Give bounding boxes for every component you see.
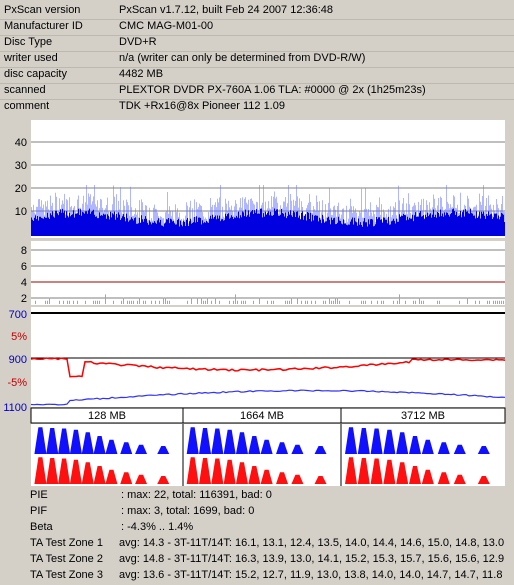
info-key: disc capacity (4, 68, 67, 80)
stat-value: avg: 13.6 - 3T-11T/14T: 15.2, 12.7, 11.9… (119, 569, 503, 581)
stat-value: avg: 14.3 - 3T-11T/14T: 16.1, 13.1, 12.4… (119, 537, 505, 549)
pie-y-ticks: 40 30 20 10 (15, 137, 27, 218)
beta-tick-label: 5% (11, 331, 27, 343)
pie-tick-label: 30 (15, 160, 27, 172)
stat-row: TA Test Zone 3 avg: 13.6 - 3T-11T/14T: 1… (0, 568, 514, 584)
stat-key: PIF (30, 505, 48, 517)
stat-key: Beta (30, 521, 53, 533)
scan-stats: PIE : max: 22, total: 116391, bad: 0 PIF… (0, 488, 514, 585)
info-row: disc capacity 4482 MB (0, 67, 514, 83)
stat-row: TA Test Zone 2 avg: 14.8 - 3T-11T/14T: 1… (0, 552, 514, 568)
disc-info-panel: PxScan version PxScan v1.7.12, built Feb… (0, 0, 514, 112)
info-row: scanned PLEXTOR DVDR PX-760A 1.06 TLA: #… (0, 83, 514, 99)
stat-row: TA Test Zone 1 avg: 14.3 - 3T-11T/14T: 1… (0, 536, 514, 552)
jitter-beta-panel (31, 307, 505, 407)
pif-panel (31, 241, 505, 305)
pie-tick-label: 40 (15, 137, 27, 149)
stat-value: avg: 14.8 - 3T-11T/14T: 16.3, 13.9, 13.0… (119, 553, 505, 565)
pif-tick-label: 2 (21, 293, 27, 305)
stat-key: TA Test Zone 2 (30, 553, 103, 565)
info-row: writer used n/a (writer can only be dete… (0, 51, 514, 67)
info-value: PxScan v1.7.12, built Feb 24 2007 12:36:… (119, 4, 334, 16)
stat-row: PIE : max: 22, total: 116391, bad: 0 (0, 488, 514, 504)
stat-row: PIF : max: 3, total: 1699, bad: 0 (0, 504, 514, 520)
jitter-tick-label: 900 (9, 354, 27, 366)
scan-chart: 40 30 20 10 8 6 4 2 700 5% 900 -5% 1100 … (3, 120, 506, 486)
info-row: PxScan version PxScan v1.7.12, built Feb… (0, 3, 514, 19)
pif-tick-label: 8 (21, 245, 27, 257)
info-key: Manufacturer ID (4, 20, 83, 32)
stat-row: Beta : -4.3% .. 1.4% (0, 520, 514, 536)
pif-tick-label: 6 (21, 261, 27, 273)
info-value: CMC MAG-M01-00 (119, 20, 214, 32)
info-key: PxScan version (4, 4, 81, 16)
jitter-tick-label: 700 (9, 309, 27, 321)
info-key: Disc Type (4, 36, 53, 48)
info-key: scanned (4, 84, 46, 96)
zone-label: 128 MB (88, 410, 126, 422)
info-value: TDK +Rx16@8x Pioneer 112 1.09 (119, 100, 285, 112)
pif-y-ticks: 8 6 4 2 (21, 245, 27, 305)
info-value: n/a (writer can only be determined from … (119, 52, 366, 64)
pie-tick-label: 10 (15, 206, 27, 218)
info-row: Disc Type DVD+R (0, 35, 514, 51)
pif-tick-label: 4 (21, 277, 27, 289)
info-value: DVD+R (119, 36, 157, 48)
info-value: 4482 MB (119, 68, 164, 80)
info-value: PLEXTOR DVDR PX-760A 1.06 TLA: #0000 @ 2… (119, 84, 426, 96)
pie-tick-label: 20 (15, 183, 27, 195)
info-row: Manufacturer ID CMC MAG-M01-00 (0, 19, 514, 35)
beta-tick-label: -5% (7, 377, 27, 389)
jitter-y-ticks: 700 5% 900 -5% 1100 (3, 309, 27, 414)
stat-key: PIE (30, 489, 48, 501)
zone-label: 1664 MB (240, 410, 284, 422)
info-key: writer used (4, 52, 58, 64)
info-row: comment TDK +Rx16@8x Pioneer 112 1.09 (0, 99, 514, 115)
zone-label: 3712 MB (401, 410, 445, 422)
stat-value: : max: 3, total: 1699, bad: 0 (121, 505, 255, 517)
jitter-tick-label: 1100 (3, 402, 27, 414)
info-key: comment (4, 100, 50, 112)
stat-key: TA Test Zone 3 (30, 569, 103, 581)
stat-value: : -4.3% .. 1.4% (121, 521, 194, 533)
stat-value: : max: 22, total: 116391, bad: 0 (121, 489, 272, 501)
stat-key: TA Test Zone 1 (30, 537, 103, 549)
